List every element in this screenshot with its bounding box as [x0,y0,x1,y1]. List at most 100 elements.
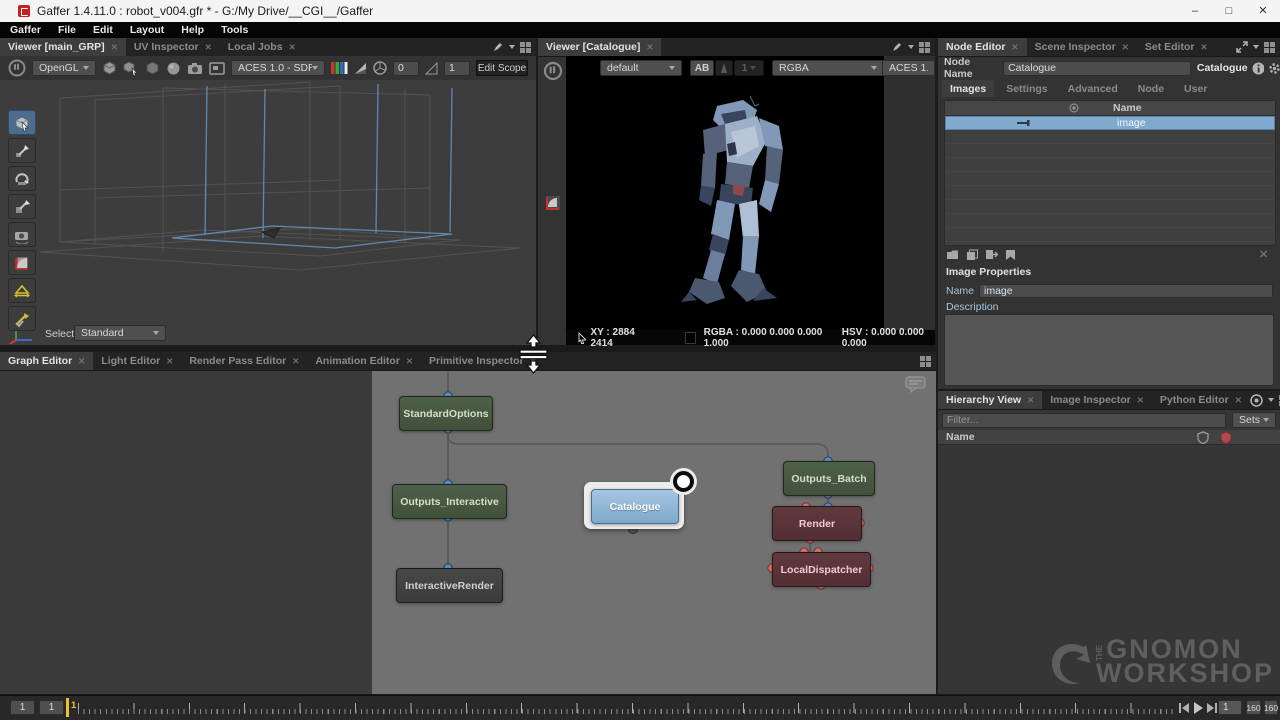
layout-grid-icon[interactable] [919,42,930,53]
tab-images[interactable]: Images [942,80,994,97]
annotation-bubble-icon[interactable] [905,376,927,394]
display-window-icon[interactable] [209,62,225,75]
skip-start-icon[interactable] [1178,702,1191,714]
images-table-empty-rows[interactable] [945,130,1275,244]
tab-node[interactable]: Node [1130,80,1172,97]
playback-start-field[interactable]: 1 [39,700,64,715]
node-name-field[interactable] [1003,61,1191,76]
prop-description-field[interactable] [944,314,1274,386]
shading-cube-icon[interactable] [102,61,117,76]
pause-hand-icon[interactable] [8,59,26,77]
current-frame-field[interactable]: 1 [1218,700,1242,715]
wipe-icon[interactable] [715,60,733,76]
filter-input[interactable] [942,413,1226,428]
timeline-ruler-minor[interactable] [78,709,1176,714]
crop-window-tool-button[interactable] [8,250,36,275]
translate-tool-button[interactable] [8,138,36,163]
close-icon[interactable] [1122,42,1129,53]
rotate-tool-button[interactable] [8,166,36,191]
maximize-button[interactable]: □ [1212,0,1246,22]
chevron-down-icon[interactable] [1253,45,1259,49]
image-row-selected[interactable]: image [945,116,1275,130]
layout-grid-icon[interactable] [920,356,931,367]
node-catalogue[interactable]: Catalogue [591,489,679,524]
chevron-down-icon[interactable] [509,45,515,49]
duplicate-icon[interactable] [966,249,978,261]
tab-node-editor[interactable]: Node Editor [938,38,1027,56]
tab-animation-editor[interactable]: Animation Editor [307,352,421,370]
close-button[interactable]: ✕ [1246,0,1280,22]
tab-python-editor[interactable]: Python Editor [1152,391,1250,409]
gamma-icon[interactable] [425,62,438,75]
menu-tools[interactable]: Tools [221,24,248,36]
close-icon[interactable] [646,42,653,53]
follow-focus-icon[interactable] [1236,41,1248,53]
menu-gaffer[interactable]: Gaffer [10,24,41,36]
exclusions-shield-icon[interactable] [1220,431,1232,444]
range-start-field[interactable]: 1 [10,700,35,715]
display-transform-dropdown[interactable]: ACES 1.0 - SDR Video [231,60,325,76]
layout-grid-icon[interactable] [520,42,531,53]
pin-editor-icon[interactable] [492,41,504,53]
tab-viewer-catalogue[interactable]: Viewer [Catalogue] [538,38,661,56]
display-transform-dropdown[interactable]: ACES 1.0 - SDR [882,60,935,76]
close-icon[interactable] [205,42,212,53]
playback-end-field[interactable]: 160 [1246,700,1261,715]
menu-layout[interactable]: Layout [130,24,164,36]
tab-light-editor[interactable]: Light Editor [93,352,181,370]
sphere-icon[interactable] [166,61,181,76]
select-mode-dropdown[interactable]: Standard [74,325,166,341]
skip-end-icon[interactable] [1205,702,1218,714]
wireframe-cube-icon[interactable] [145,61,160,76]
node-render[interactable]: Render [772,506,862,541]
tab-graph-editor[interactable]: Graph Editor [0,352,93,370]
channels-dropdown[interactable]: RGBA [772,60,884,76]
compare-image-dropdown[interactable]: 1 [734,60,764,76]
node-outputs-interactive[interactable]: Outputs_Interactive [392,484,507,519]
tab-hierarchy-view[interactable]: Hierarchy View [938,391,1042,409]
load-icon[interactable] [946,249,959,260]
tab-render-pass-editor[interactable]: Render Pass Editor [181,352,307,370]
layout-grid-icon[interactable] [1264,42,1275,53]
playhead[interactable] [66,698,69,717]
camera-tool-button[interactable] [8,222,36,247]
exposure-icon[interactable] [373,61,387,75]
exposure-field[interactable] [393,61,419,76]
light-tool-button[interactable] [8,278,36,303]
close-icon[interactable] [78,356,85,367]
tab-viewer-main[interactable]: Viewer [main_GRP] [0,38,126,56]
pin-editor-icon[interactable] [891,41,903,53]
target-icon[interactable] [1250,394,1263,407]
node-localdispatcher[interactable]: LocalDispatcher [772,552,871,587]
light-position-tool-button[interactable] [8,306,36,331]
export-icon[interactable] [985,249,998,260]
node-outputs-batch[interactable]: Outputs_Batch [783,461,875,496]
pause-hand-icon[interactable] [543,61,563,81]
tab-uv-inspector[interactable]: UV Inspector [126,38,220,56]
image-canvas[interactable]: default AB 1 RGBA [566,56,884,330]
chevron-down-icon[interactable] [1268,398,1274,402]
remove-image-icon[interactable] [1259,248,1268,261]
tab-image-inspector[interactable]: Image Inspector [1042,391,1152,409]
gamma-field[interactable] [444,61,470,76]
close-icon[interactable] [1137,395,1144,406]
tab-local-jobs[interactable]: Local Jobs [220,38,304,56]
close-icon[interactable] [166,356,173,367]
sets-dropdown[interactable]: Sets [1232,412,1276,428]
prop-name-field[interactable] [979,284,1273,298]
menu-help[interactable]: Help [181,24,204,36]
scale-tool-button[interactable] [8,194,36,219]
close-icon[interactable] [111,42,118,53]
close-icon[interactable] [1027,395,1034,406]
extract-icon[interactable] [1005,249,1016,261]
play-icon[interactable] [1192,701,1204,715]
channels-rgb-icon[interactable] [331,61,348,75]
tab-scene-inspector[interactable]: Scene Inspector [1027,38,1137,56]
crop-window-tool-icon[interactable] [544,194,562,212]
select-tool-button[interactable] [8,110,36,135]
close-icon[interactable] [289,42,296,53]
close-icon[interactable] [1012,42,1019,53]
menu-edit[interactable]: Edit [93,24,113,36]
close-icon[interactable] [1235,395,1242,406]
node-interactiverender[interactable]: InteractiveRender [396,568,503,603]
